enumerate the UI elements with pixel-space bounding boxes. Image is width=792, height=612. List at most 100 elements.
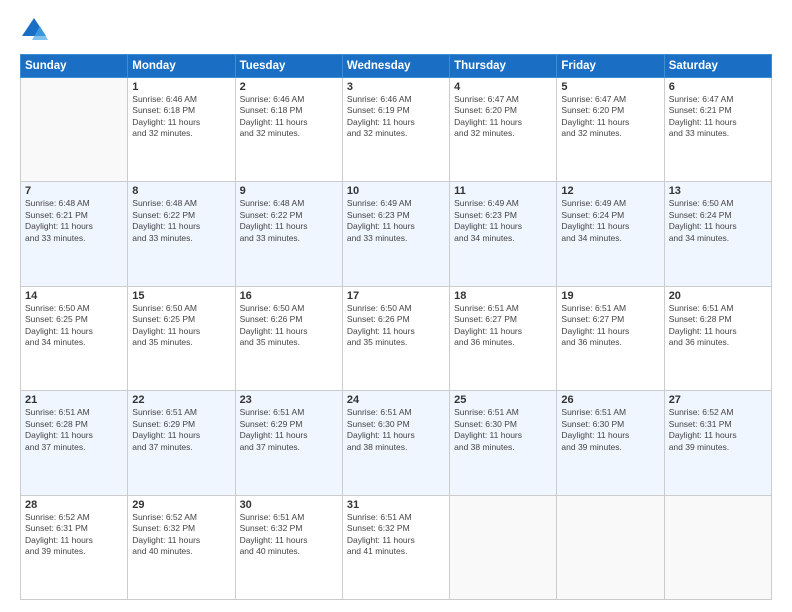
day-number: 22 <box>132 394 230 406</box>
day-info: Sunrise: 6:50 AM Sunset: 6:26 PM Dayligh… <box>347 303 445 349</box>
day-info: Sunrise: 6:49 AM Sunset: 6:24 PM Dayligh… <box>561 198 659 244</box>
day-number: 30 <box>240 499 338 511</box>
day-number: 7 <box>25 185 123 197</box>
day-info: Sunrise: 6:51 AM Sunset: 6:30 PM Dayligh… <box>347 407 445 453</box>
calendar-day-header: Wednesday <box>342 55 449 78</box>
day-info: Sunrise: 6:47 AM Sunset: 6:20 PM Dayligh… <box>561 94 659 140</box>
calendar-day-cell: 31Sunrise: 6:51 AM Sunset: 6:32 PM Dayli… <box>342 495 449 599</box>
calendar-day-header: Tuesday <box>235 55 342 78</box>
calendar-day-cell: 11Sunrise: 6:49 AM Sunset: 6:23 PM Dayli… <box>450 182 557 286</box>
day-number: 28 <box>25 499 123 511</box>
day-number: 19 <box>561 290 659 302</box>
day-info: Sunrise: 6:52 AM Sunset: 6:32 PM Dayligh… <box>132 512 230 558</box>
day-info: Sunrise: 6:51 AM Sunset: 6:27 PM Dayligh… <box>454 303 552 349</box>
day-number: 10 <box>347 185 445 197</box>
calendar-day-cell: 25Sunrise: 6:51 AM Sunset: 6:30 PM Dayli… <box>450 391 557 495</box>
calendar-day-cell: 28Sunrise: 6:52 AM Sunset: 6:31 PM Dayli… <box>21 495 128 599</box>
day-number: 2 <box>240 81 338 93</box>
calendar-day-cell: 17Sunrise: 6:50 AM Sunset: 6:26 PM Dayli… <box>342 286 449 390</box>
logo <box>20 16 52 44</box>
day-number: 29 <box>132 499 230 511</box>
logo-icon <box>20 16 48 44</box>
day-info: Sunrise: 6:46 AM Sunset: 6:19 PM Dayligh… <box>347 94 445 140</box>
day-number: 14 <box>25 290 123 302</box>
day-number: 15 <box>132 290 230 302</box>
day-number: 27 <box>669 394 767 406</box>
calendar-week-row: 7Sunrise: 6:48 AM Sunset: 6:21 PM Daylig… <box>21 182 772 286</box>
day-info: Sunrise: 6:48 AM Sunset: 6:22 PM Dayligh… <box>240 198 338 244</box>
day-info: Sunrise: 6:47 AM Sunset: 6:20 PM Dayligh… <box>454 94 552 140</box>
calendar-empty-cell <box>21 78 128 182</box>
calendar-day-cell: 13Sunrise: 6:50 AM Sunset: 6:24 PM Dayli… <box>664 182 771 286</box>
day-number: 31 <box>347 499 445 511</box>
day-number: 4 <box>454 81 552 93</box>
day-number: 24 <box>347 394 445 406</box>
day-info: Sunrise: 6:51 AM Sunset: 6:32 PM Dayligh… <box>347 512 445 558</box>
calendar-day-cell: 26Sunrise: 6:51 AM Sunset: 6:30 PM Dayli… <box>557 391 664 495</box>
calendar-week-row: 1Sunrise: 6:46 AM Sunset: 6:18 PM Daylig… <box>21 78 772 182</box>
calendar-day-cell: 9Sunrise: 6:48 AM Sunset: 6:22 PM Daylig… <box>235 182 342 286</box>
calendar-day-header: Saturday <box>664 55 771 78</box>
calendar-day-cell: 7Sunrise: 6:48 AM Sunset: 6:21 PM Daylig… <box>21 182 128 286</box>
calendar-day-cell: 6Sunrise: 6:47 AM Sunset: 6:21 PM Daylig… <box>664 78 771 182</box>
day-number: 3 <box>347 81 445 93</box>
calendar-table: SundayMondayTuesdayWednesdayThursdayFrid… <box>20 54 772 600</box>
day-info: Sunrise: 6:46 AM Sunset: 6:18 PM Dayligh… <box>132 94 230 140</box>
calendar-day-cell: 23Sunrise: 6:51 AM Sunset: 6:29 PM Dayli… <box>235 391 342 495</box>
calendar-day-header: Thursday <box>450 55 557 78</box>
day-info: Sunrise: 6:52 AM Sunset: 6:31 PM Dayligh… <box>669 407 767 453</box>
calendar-empty-cell <box>557 495 664 599</box>
day-info: Sunrise: 6:50 AM Sunset: 6:25 PM Dayligh… <box>25 303 123 349</box>
day-info: Sunrise: 6:51 AM Sunset: 6:29 PM Dayligh… <box>132 407 230 453</box>
calendar-week-row: 21Sunrise: 6:51 AM Sunset: 6:28 PM Dayli… <box>21 391 772 495</box>
day-number: 5 <box>561 81 659 93</box>
calendar-week-row: 28Sunrise: 6:52 AM Sunset: 6:31 PM Dayli… <box>21 495 772 599</box>
calendar-day-cell: 1Sunrise: 6:46 AM Sunset: 6:18 PM Daylig… <box>128 78 235 182</box>
header <box>20 16 772 44</box>
day-info: Sunrise: 6:51 AM Sunset: 6:28 PM Dayligh… <box>25 407 123 453</box>
calendar-day-header: Monday <box>128 55 235 78</box>
calendar-day-cell: 15Sunrise: 6:50 AM Sunset: 6:25 PM Dayli… <box>128 286 235 390</box>
calendar-day-cell: 18Sunrise: 6:51 AM Sunset: 6:27 PM Dayli… <box>450 286 557 390</box>
calendar-day-cell: 14Sunrise: 6:50 AM Sunset: 6:25 PM Dayli… <box>21 286 128 390</box>
calendar-day-header: Friday <box>557 55 664 78</box>
day-info: Sunrise: 6:48 AM Sunset: 6:21 PM Dayligh… <box>25 198 123 244</box>
day-number: 26 <box>561 394 659 406</box>
day-info: Sunrise: 6:52 AM Sunset: 6:31 PM Dayligh… <box>25 512 123 558</box>
calendar-day-cell: 27Sunrise: 6:52 AM Sunset: 6:31 PM Dayli… <box>664 391 771 495</box>
day-info: Sunrise: 6:49 AM Sunset: 6:23 PM Dayligh… <box>347 198 445 244</box>
day-number: 17 <box>347 290 445 302</box>
day-info: Sunrise: 6:51 AM Sunset: 6:30 PM Dayligh… <box>454 407 552 453</box>
calendar-day-cell: 4Sunrise: 6:47 AM Sunset: 6:20 PM Daylig… <box>450 78 557 182</box>
day-info: Sunrise: 6:48 AM Sunset: 6:22 PM Dayligh… <box>132 198 230 244</box>
calendar-day-cell: 30Sunrise: 6:51 AM Sunset: 6:32 PM Dayli… <box>235 495 342 599</box>
day-number: 1 <box>132 81 230 93</box>
calendar-empty-cell <box>450 495 557 599</box>
calendar-day-cell: 29Sunrise: 6:52 AM Sunset: 6:32 PM Dayli… <box>128 495 235 599</box>
day-number: 12 <box>561 185 659 197</box>
day-info: Sunrise: 6:49 AM Sunset: 6:23 PM Dayligh… <box>454 198 552 244</box>
calendar-day-cell: 16Sunrise: 6:50 AM Sunset: 6:26 PM Dayli… <box>235 286 342 390</box>
day-number: 18 <box>454 290 552 302</box>
day-number: 11 <box>454 185 552 197</box>
calendar-empty-cell <box>664 495 771 599</box>
day-info: Sunrise: 6:47 AM Sunset: 6:21 PM Dayligh… <box>669 94 767 140</box>
day-info: Sunrise: 6:50 AM Sunset: 6:25 PM Dayligh… <box>132 303 230 349</box>
day-number: 13 <box>669 185 767 197</box>
calendar-day-cell: 3Sunrise: 6:46 AM Sunset: 6:19 PM Daylig… <box>342 78 449 182</box>
day-number: 16 <box>240 290 338 302</box>
calendar-day-cell: 22Sunrise: 6:51 AM Sunset: 6:29 PM Dayli… <box>128 391 235 495</box>
calendar-day-cell: 10Sunrise: 6:49 AM Sunset: 6:23 PM Dayli… <box>342 182 449 286</box>
day-number: 23 <box>240 394 338 406</box>
calendar-day-cell: 5Sunrise: 6:47 AM Sunset: 6:20 PM Daylig… <box>557 78 664 182</box>
calendar-day-cell: 21Sunrise: 6:51 AM Sunset: 6:28 PM Dayli… <box>21 391 128 495</box>
day-info: Sunrise: 6:50 AM Sunset: 6:26 PM Dayligh… <box>240 303 338 349</box>
calendar-day-cell: 12Sunrise: 6:49 AM Sunset: 6:24 PM Dayli… <box>557 182 664 286</box>
day-number: 25 <box>454 394 552 406</box>
page: SundayMondayTuesdayWednesdayThursdayFrid… <box>0 0 792 612</box>
calendar-day-cell: 8Sunrise: 6:48 AM Sunset: 6:22 PM Daylig… <box>128 182 235 286</box>
day-number: 21 <box>25 394 123 406</box>
day-info: Sunrise: 6:51 AM Sunset: 6:28 PM Dayligh… <box>669 303 767 349</box>
day-number: 20 <box>669 290 767 302</box>
calendar-week-row: 14Sunrise: 6:50 AM Sunset: 6:25 PM Dayli… <box>21 286 772 390</box>
